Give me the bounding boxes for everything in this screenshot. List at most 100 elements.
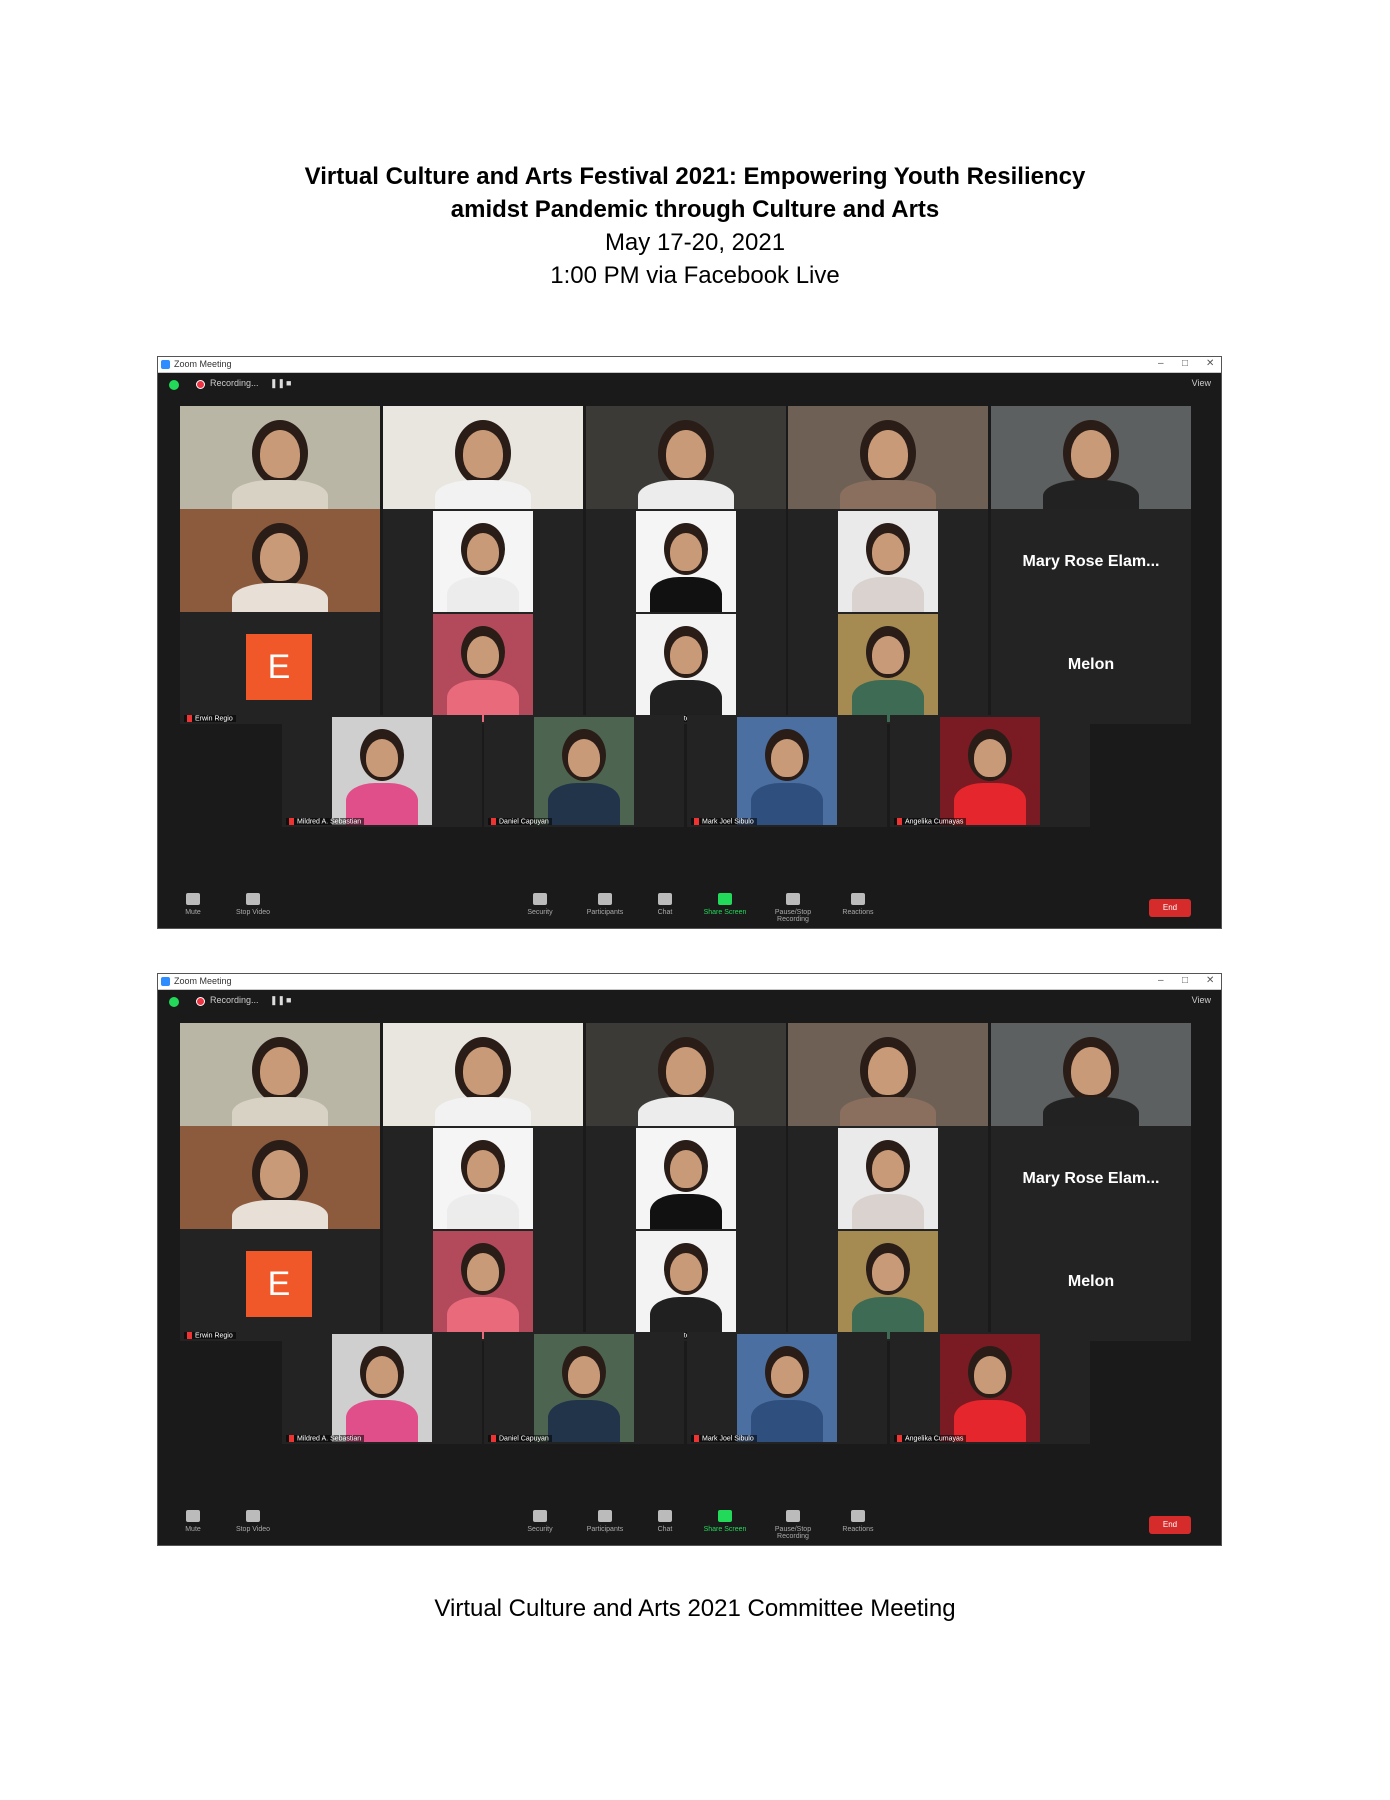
close-icon[interactable]: ✕	[1206, 975, 1214, 986]
participant-tile[interactable]: Gerry Mae	[383, 1023, 583, 1135]
participant-tile[interactable]: Charles Pitagan	[383, 509, 583, 621]
pause-recording-icon[interactable]: ❚❚	[270, 995, 285, 1006]
participant-shirt	[548, 1400, 620, 1442]
profile-photo	[433, 511, 533, 619]
pause-recording-icon[interactable]: ❚❚	[270, 378, 285, 389]
participant-tile[interactable]: Haizel Costa	[383, 1229, 583, 1341]
profile-photo	[737, 1334, 837, 1442]
meeting-toolbar: Mute Stop Video Security Participants Chat Sh…	[158, 1507, 1221, 1545]
participant-tile[interactable]: Jeffrey Delgado	[180, 406, 380, 518]
security-label: Security	[527, 909, 553, 916]
security-label: Security	[527, 1526, 553, 1533]
participant-shirt	[751, 783, 823, 825]
participant-tile[interactable]: Mich M Banate, Cavite State U...	[586, 1229, 786, 1341]
participant-tile[interactable]: Ivory Mojica	[788, 1126, 988, 1238]
participant-tile[interactable]: Daniel Capuyan	[484, 1332, 684, 1444]
participants-button[interactable]: Participants	[575, 1510, 635, 1533]
participant-face	[868, 430, 908, 478]
participant-name-text: Erwin Regio	[195, 1332, 233, 1339]
participant-tile[interactable]: Ivory Mojica	[788, 509, 988, 621]
stop-video-icon	[246, 893, 260, 905]
participant-tile[interactable]: Melon	[991, 1229, 1191, 1341]
security-icon	[533, 1510, 547, 1522]
participant-face	[670, 533, 702, 571]
participant-tile[interactable]: Melon	[991, 612, 1191, 724]
stop-video-button[interactable]: Stop Video	[223, 893, 283, 916]
participant-tile[interactable]: Angelika Cumayas	[890, 715, 1090, 827]
participant-name-text: Erwin Regio	[195, 715, 233, 722]
participant-tile[interactable]: Fein Ortiguza	[180, 509, 380, 621]
participant-tile[interactable]: JR Apellines	[586, 1023, 786, 1135]
participants-button[interactable]: Participants	[575, 893, 635, 916]
participant-name: Daniel Capuyan	[488, 1434, 552, 1442]
participant-tile[interactable]: Fein Ortiguza	[180, 1126, 380, 1238]
maximize-icon[interactable]: □	[1182, 975, 1188, 986]
mute-button[interactable]: Mute	[163, 1510, 223, 1533]
participant-face	[872, 636, 904, 674]
end-meeting-button[interactable]: End	[1149, 899, 1191, 917]
participant-tile[interactable]: Mark Joel Sibulo	[687, 1332, 887, 1444]
participant-tile[interactable]: Mary Joy Angelique Mojica	[991, 406, 1191, 518]
view-button[interactable]: View	[1192, 378, 1211, 388]
stop-recording-icon[interactable]: ■	[286, 995, 291, 1005]
stop-recording-icon[interactable]: ■	[286, 378, 291, 388]
pause-stop-recording-label: Pause/Stop Recording	[774, 909, 812, 923]
chat-button[interactable]: Chat	[635, 893, 695, 916]
pause-stop-recording-button[interactable]: Pause/Stop Recording	[763, 893, 823, 923]
participant-face	[366, 1356, 398, 1394]
end-meeting-button[interactable]: End	[1149, 1516, 1191, 1534]
muted-mic-icon	[491, 817, 496, 825]
participant-tile[interactable]: Daniel Capuyan	[484, 715, 684, 827]
mute-button[interactable]: Mute	[163, 893, 223, 916]
security-button[interactable]: Security	[510, 893, 570, 916]
recording-dot-icon	[196, 997, 205, 1006]
participant-tile[interactable]: Gerry Mae	[383, 406, 583, 518]
share-screen-button[interactable]: Share Screen	[695, 893, 755, 916]
stop-video-button[interactable]: Stop Video	[223, 1510, 283, 1533]
participant-tile[interactable]: Mary Rose Elam...	[991, 1126, 1191, 1238]
share-screen-button[interactable]: Share Screen	[695, 1510, 755, 1533]
participant-tile[interactable]: Mich M Banate, Cavite State U...	[586, 612, 786, 724]
participant-tile[interactable]: E Erwin Regio	[180, 1229, 380, 1341]
chat-button[interactable]: Chat	[635, 1510, 695, 1533]
maximize-icon[interactable]: □	[1182, 358, 1188, 369]
participant-name-text: Daniel Capuyan	[499, 818, 549, 825]
participants-label: Participants	[586, 1526, 624, 1533]
participant-tile[interactable]: JR Apellines	[586, 406, 786, 518]
participant-face	[568, 1356, 600, 1394]
participants-label: Participants	[586, 909, 624, 916]
muted-mic-icon	[694, 1434, 699, 1442]
participant-tile[interactable]: Mildred A. Sebastian	[282, 1332, 482, 1444]
participant-tile[interactable]: Charles Pitagan	[383, 1126, 583, 1238]
security-shield-icon[interactable]	[169, 380, 179, 390]
minimize-icon[interactable]: –	[1158, 975, 1164, 986]
participant-tile[interactable]: Audreyann Bonife	[788, 612, 988, 724]
participant-tile[interactable]: E Erwin Regio	[180, 612, 380, 724]
pause-stop-recording-button[interactable]: Pause/Stop Recording	[763, 1510, 823, 1540]
reactions-button[interactable]: Reactions	[828, 1510, 888, 1533]
muted-mic-icon	[491, 1434, 496, 1442]
minimize-icon[interactable]: –	[1158, 358, 1164, 369]
participant-tile[interactable]: Mildred A. Sebastian	[282, 715, 482, 827]
security-shield-icon[interactable]	[169, 997, 179, 1007]
participant-tile[interactable]: Joyce Erika Senaris	[586, 509, 786, 621]
participant-tile[interactable]: Mary Joy Angelique Mojica	[991, 1023, 1191, 1135]
pause-stop-recording-icon	[786, 1510, 800, 1522]
participant-tile[interactable]: Mark Joel Sibulo	[687, 715, 887, 827]
view-button[interactable]: View	[1192, 995, 1211, 1005]
security-button[interactable]: Security	[510, 1510, 570, 1533]
reactions-button[interactable]: Reactions	[828, 893, 888, 916]
participant-tile[interactable]: Mary Rose Elam...	[991, 509, 1191, 621]
participant-tile[interactable]: Maria Cristina Tagle	[788, 406, 988, 518]
reactions-icon	[851, 893, 865, 905]
participant-tile[interactable]: Maria Cristina Tagle	[788, 1023, 988, 1135]
participant-face	[260, 1047, 300, 1095]
participant-tile[interactable]: Haizel Costa	[383, 612, 583, 724]
participant-tile[interactable]: Joyce Erika Senaris	[586, 1126, 786, 1238]
participant-tile[interactable]: Jeffrey Delgado	[180, 1023, 380, 1135]
participant-name-text: Angelika Cumayas	[905, 818, 964, 825]
participant-tile[interactable]: Angelika Cumayas	[890, 1332, 1090, 1444]
close-icon[interactable]: ✕	[1206, 358, 1214, 369]
participant-tile[interactable]: Audreyann Bonife	[788, 1229, 988, 1341]
muted-mic-icon	[289, 1434, 294, 1442]
